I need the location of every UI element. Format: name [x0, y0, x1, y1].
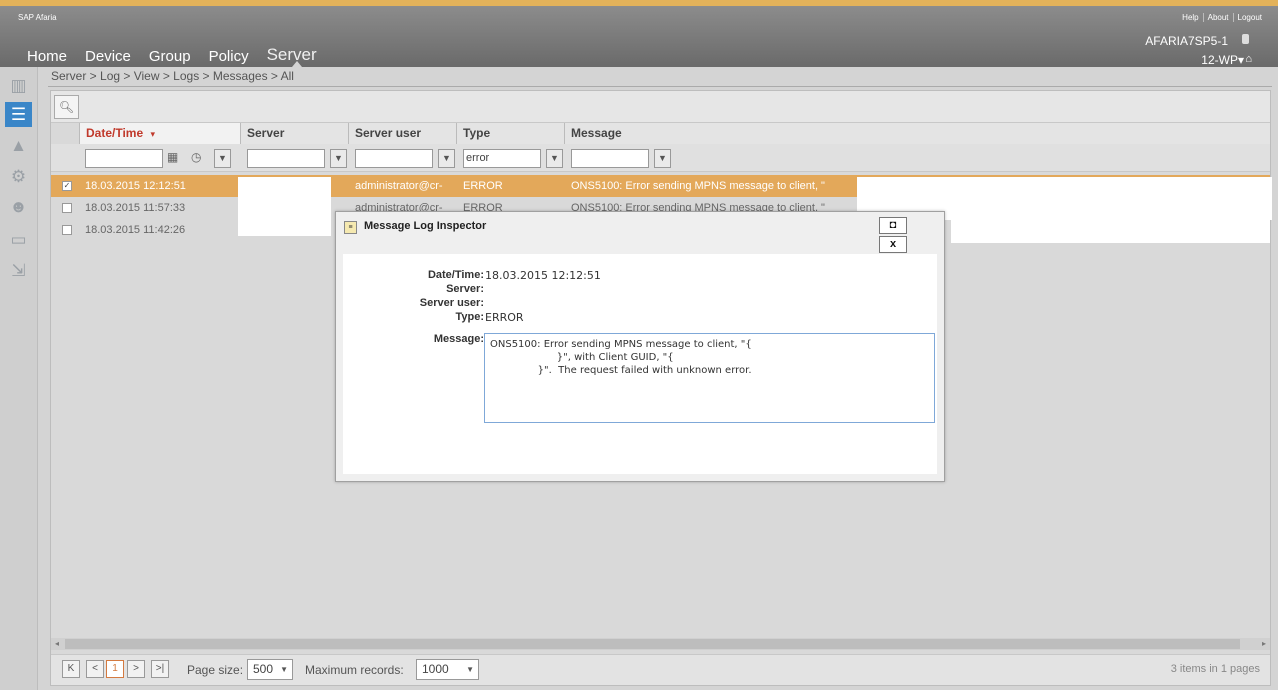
main-nav: Home Device Group Policy Server	[27, 45, 335, 65]
server-user-label: Server user:	[419, 297, 484, 309]
dialog-body: Date/Time: 18.03.2015 12:12:51 Server: S…	[343, 254, 937, 474]
breadcrumb: Server > Log > View > Logs > Messages > …	[51, 69, 294, 83]
logout-link[interactable]: Logout	[1232, 13, 1266, 22]
app-header: SAP Afaria Help About Logout Home Device…	[0, 6, 1278, 67]
server-user-filter-input[interactable]	[355, 149, 433, 168]
sort-desc-icon: ▾	[150, 129, 156, 139]
prev-page-button[interactable]: <	[86, 660, 104, 678]
brand-logo: SAP Afaria	[18, 13, 57, 22]
server-user-filter-button[interactable]: ▼	[438, 149, 455, 168]
datetime-filter-input[interactable]	[85, 149, 163, 168]
datetime-value: 18.03.2015 12:12:51	[485, 269, 601, 282]
nav-group[interactable]: Group	[149, 48, 191, 65]
server-name[interactable]: AFARIA7SP5-1	[1145, 34, 1228, 48]
row-checkbox[interactable]: ✓	[62, 181, 72, 191]
calendar-icon[interactable]: ▦	[167, 150, 178, 164]
nav-home[interactable]: Home	[27, 48, 67, 65]
first-page-button[interactable]: K	[62, 660, 80, 678]
inspect-button[interactable]: 🔍︎	[54, 95, 79, 119]
message-textarea[interactable]: ONS5100: Error sending MPNS message to c…	[484, 333, 935, 423]
datetime-label: Date/Time:	[427, 269, 484, 281]
horizontal-scrollbar[interactable]: ◂ ▸	[51, 638, 1270, 650]
server-filter-button[interactable]: ▼	[330, 149, 347, 168]
breadcrumb-divider	[48, 86, 1272, 87]
scroll-right-icon[interactable]: ▸	[1262, 638, 1266, 650]
scroll-left-icon[interactable]: ◂	[55, 638, 59, 650]
database-icon[interactable]	[1242, 34, 1249, 44]
message-log-inspector-dialog: ≡ Message Log Inspector ◘ x Date/Time: 1…	[335, 211, 945, 482]
chevron-down-icon: ▼	[280, 665, 288, 674]
datetime-filter-button[interactable]: ▼	[214, 149, 231, 168]
cell-server-user: administrator@cr-	[355, 180, 443, 192]
export-icon[interactable]: ⇲	[5, 258, 32, 283]
redacted-message-block	[951, 220, 1270, 243]
pager: K < 1 > >| Page size: 500 ▼ Maximum reco…	[51, 654, 1270, 685]
maximize-button[interactable]: ◘	[879, 217, 907, 234]
cell-datetime: 18.03.2015 11:42:26	[85, 224, 186, 236]
active-nav-caret	[292, 61, 302, 67]
scroll-thumb[interactable]	[65, 639, 1240, 649]
document-icon: ≡	[344, 221, 357, 234]
dialog-title: Message Log Inspector	[364, 220, 487, 232]
gear-icon[interactable]: ⚙	[5, 164, 32, 189]
current-page[interactable]: 1	[106, 660, 124, 678]
help-link[interactable]: Help	[1178, 13, 1202, 22]
pager-info: 3 items in 1 pages	[1170, 663, 1260, 675]
column-server-user[interactable]: Server user	[349, 123, 457, 144]
row-checkbox[interactable]	[62, 225, 72, 235]
cell-datetime: 18.03.2015 11:57:33	[85, 202, 186, 214]
max-records-select[interactable]: 1000 ▼	[416, 659, 479, 680]
alert-icon[interactable]: ▲	[5, 133, 32, 158]
type-label: Type:	[455, 311, 484, 323]
filter-row: ▦ ◷ ▼ ▼ ▼ error ▼ ▼	[51, 144, 1270, 172]
max-records-value: 1000	[422, 662, 449, 676]
server-label: Server:	[446, 283, 484, 295]
chat-icon[interactable]: ▭	[5, 227, 32, 252]
redacted-server-block	[238, 177, 331, 236]
nav-policy[interactable]: Policy	[209, 48, 249, 65]
top-links: Help About Logout	[1178, 13, 1266, 22]
message-label: Message:	[433, 333, 484, 345]
last-page-button[interactable]: >|	[151, 660, 169, 678]
close-button[interactable]: x	[879, 236, 907, 253]
left-sidebar: ▥ ☰ ▲ ⚙ ☻ ▭ ⇲	[0, 67, 38, 690]
clock-icon[interactable]: ◷	[191, 150, 201, 164]
message-filter-input[interactable]	[571, 149, 649, 168]
max-records-label: Maximum records:	[305, 663, 404, 677]
page-size-label: Page size:	[187, 663, 244, 677]
cell-message: ONS5100: Error sending MPNS message to c…	[571, 180, 825, 192]
nav-device[interactable]: Device	[85, 48, 131, 65]
column-message[interactable]: Message	[565, 123, 1270, 144]
column-datetime[interactable]: Date/Time ▾	[79, 123, 241, 144]
type-value: ERROR	[485, 311, 524, 324]
page-size-value: 500	[253, 662, 274, 676]
user-menu[interactable]: 12-WP▾	[1201, 53, 1244, 67]
cell-datetime: 18.03.2015 12:12:51	[85, 180, 186, 192]
toolbar: 🔍︎	[51, 91, 1270, 123]
row-checkbox[interactable]	[62, 203, 72, 213]
server-filter-input[interactable]	[247, 149, 325, 168]
home-icon[interactable]: ⌂	[1245, 53, 1252, 65]
page-size-select[interactable]: 500 ▼	[247, 659, 293, 680]
chevron-down-icon: ▼	[466, 665, 474, 674]
column-server[interactable]: Server	[241, 123, 349, 144]
users-icon[interactable]: ☻	[5, 194, 32, 219]
message-filter-button[interactable]: ▼	[654, 149, 671, 168]
type-filter-input[interactable]: error	[463, 149, 541, 168]
type-filter-button[interactable]: ▼	[546, 149, 563, 168]
column-type[interactable]: Type	[457, 123, 565, 144]
column-datetime-label: Date/Time	[86, 126, 144, 140]
next-page-button[interactable]: >	[127, 660, 145, 678]
about-link[interactable]: About	[1202, 13, 1233, 22]
chart-icon[interactable]: ▥	[5, 73, 32, 98]
cell-type: ERROR	[463, 180, 503, 192]
list-icon[interactable]: ☰	[5, 102, 32, 127]
